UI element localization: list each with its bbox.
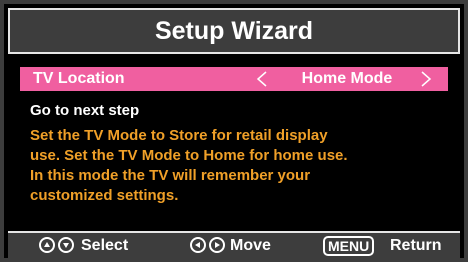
chevron-right-icon[interactable]	[420, 71, 432, 87]
help-line: Set the TV Mode to Store for retail disp…	[30, 127, 328, 144]
left-arrow-icon	[190, 237, 206, 253]
down-arrow-icon	[58, 237, 74, 253]
select-hint: Select	[81, 237, 129, 254]
help-line: customized settings.	[30, 187, 179, 204]
right-arrow-icon	[209, 237, 225, 253]
footer-hint-bar: Select Move MENU Return	[8, 231, 460, 258]
menu-key-icon: MENU	[323, 236, 375, 256]
help-description: Set the TV Mode to Store for retail disp…	[30, 126, 430, 206]
setting-value: Home Mode	[301, 70, 393, 87]
move-hint: Move	[230, 237, 271, 254]
up-arrow-icon	[39, 237, 55, 253]
setting-label: TV Location	[33, 70, 125, 87]
return-hint: Return	[390, 237, 442, 254]
help-line: In this mode the TV will remember your	[30, 167, 311, 184]
chevron-left-icon[interactable]	[256, 71, 268, 87]
page-title: Setup Wizard	[8, 8, 460, 54]
tv-location-selector[interactable]: TV Location Home Mode	[20, 67, 448, 91]
next-step-item[interactable]: Go to next step	[30, 102, 139, 119]
help-line: use. Set the TV Mode to Home for home us…	[30, 147, 348, 164]
setup-wizard-panel: Setup Wizard TV Location Home Mode Go to…	[0, 0, 468, 262]
